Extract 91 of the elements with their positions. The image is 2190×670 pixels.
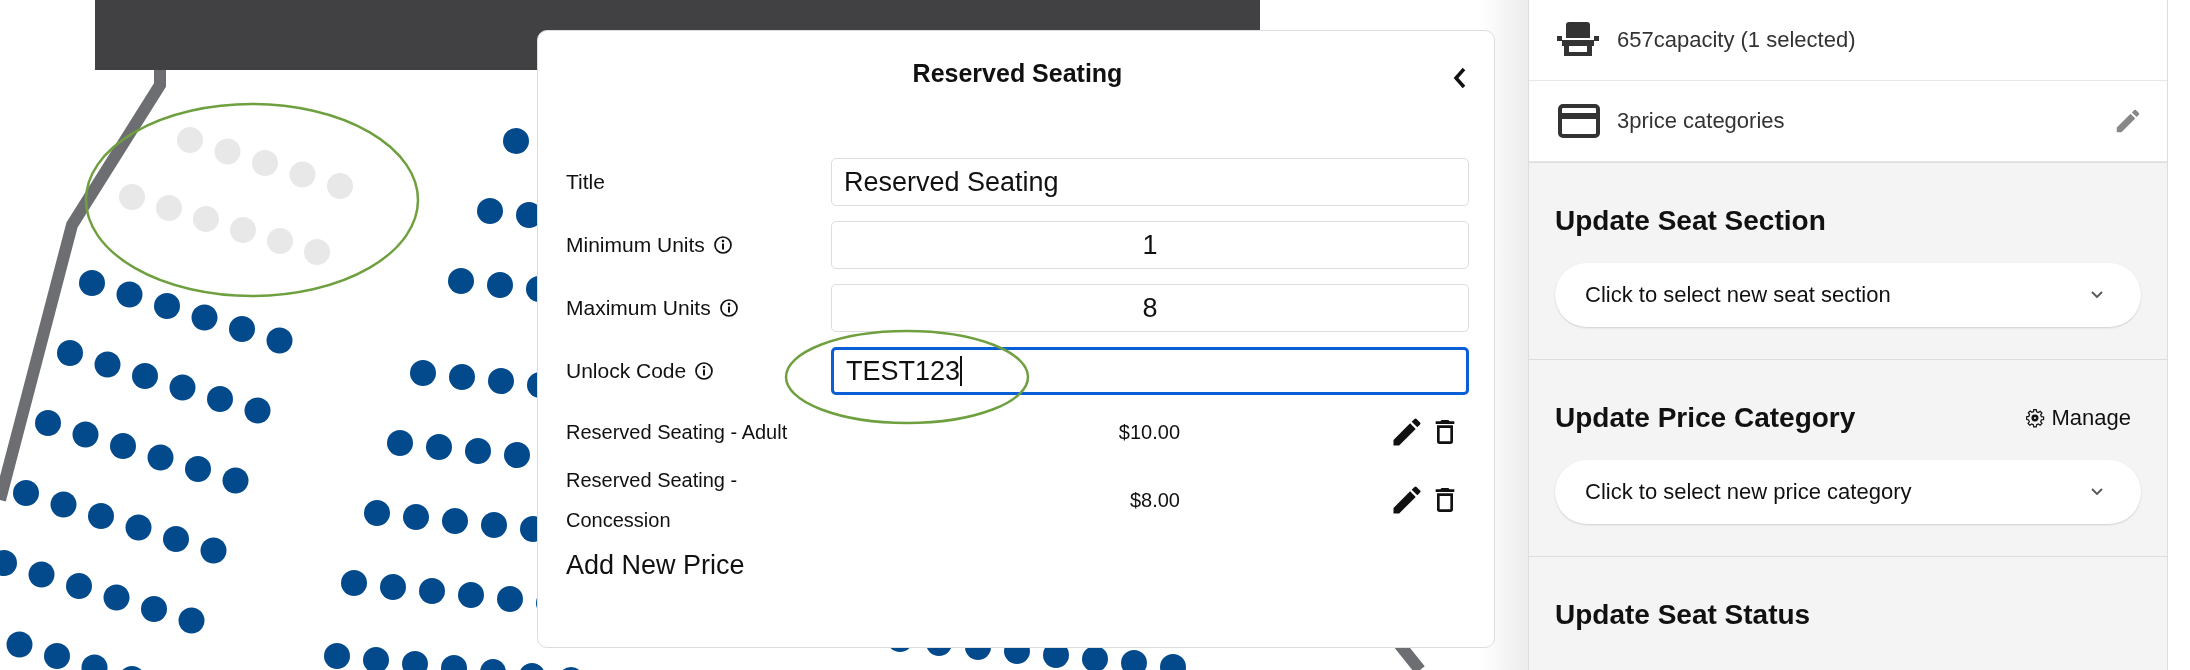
seat[interactable]	[380, 574, 406, 600]
price-amount: $10.00	[1117, 420, 1180, 444]
price-categories-text: 3price categories	[1617, 108, 1786, 134]
seat[interactable]	[458, 582, 484, 608]
seat[interactable]	[266, 327, 293, 354]
seat[interactable]	[57, 340, 83, 366]
seat[interactable]	[79, 270, 105, 296]
seat[interactable]	[6, 631, 33, 658]
seat[interactable]	[426, 434, 452, 460]
seat[interactable]	[477, 198, 503, 224]
seat[interactable]	[50, 491, 77, 518]
section-title: Update Seat Status	[1555, 599, 1811, 631]
add-price-link[interactable]: Add New Price	[566, 550, 1469, 581]
input-field[interactable]: 1	[831, 221, 1469, 269]
seat[interactable]	[132, 363, 158, 389]
field-label: Title	[566, 170, 605, 194]
seat[interactable]	[110, 433, 136, 459]
seat[interactable]	[88, 503, 114, 529]
select-dropdown[interactable]: Click to select new price category	[1555, 460, 2141, 524]
section-title: Update Price Category	[1555, 402, 1856, 434]
input-field[interactable]: TEST123	[831, 347, 1469, 395]
price-name: Reserved Seating - Adult	[566, 420, 789, 445]
seat[interactable]	[448, 268, 474, 294]
input-field[interactable]: 8	[831, 284, 1469, 332]
seat[interactable]	[519, 663, 545, 670]
seat[interactable]	[465, 438, 491, 464]
capacity-text: 657capacity (1 selected)	[1617, 27, 1857, 53]
price-name: Reserved Seating - Concession	[566, 468, 739, 533]
seat[interactable]	[44, 643, 70, 669]
info-icon[interactable]	[694, 361, 715, 381]
seat[interactable]	[103, 584, 130, 611]
seat[interactable]	[244, 397, 271, 424]
seat[interactable]	[116, 281, 143, 308]
seat[interactable]	[13, 480, 39, 506]
seat[interactable]	[154, 293, 180, 319]
seat[interactable]	[94, 351, 121, 378]
seat[interactable]	[488, 368, 514, 394]
seat[interactable]	[1121, 650, 1147, 670]
seat[interactable]	[403, 504, 429, 530]
seat[interactable]	[441, 655, 467, 670]
seat[interactable]	[222, 467, 249, 494]
seat[interactable]	[487, 272, 513, 298]
seat[interactable]	[147, 444, 174, 471]
seat[interactable]	[229, 316, 255, 342]
chevron-down-icon	[2089, 486, 2105, 498]
seat[interactable]	[125, 514, 152, 541]
seat[interactable]	[0, 550, 17, 576]
seat[interactable]	[141, 596, 167, 622]
field-label: Minimum Units	[566, 233, 705, 257]
seat[interactable]	[363, 647, 389, 670]
seat[interactable]	[169, 374, 196, 401]
seat[interactable]	[66, 573, 92, 599]
section-title: Update Seat Section	[1555, 205, 1826, 237]
seat[interactable]	[81, 654, 108, 670]
manage-button[interactable]: Manage	[2025, 405, 2141, 431]
input-field[interactable]: Reserved Seating	[831, 158, 1469, 206]
info-icon[interactable]	[718, 298, 739, 318]
seat[interactable]	[1082, 646, 1108, 670]
info-icon[interactable]	[712, 235, 733, 255]
seat[interactable]	[402, 651, 428, 670]
gear-icon	[2025, 408, 2046, 428]
seat[interactable]	[364, 500, 390, 526]
seat[interactable]	[185, 456, 211, 482]
seat[interactable]	[207, 386, 233, 412]
seat[interactable]	[35, 410, 61, 436]
seat[interactable]	[163, 526, 189, 552]
seat[interactable]	[324, 643, 350, 669]
seat[interactable]	[503, 128, 529, 154]
seat[interactable]	[504, 442, 530, 468]
modal-title: Reserved Seating	[912, 59, 1123, 88]
seat[interactable]	[480, 659, 506, 670]
price-amount: $8.00	[1128, 488, 1180, 512]
seat[interactable]	[200, 537, 227, 564]
seat[interactable]	[410, 360, 436, 386]
seat[interactable]	[72, 421, 99, 448]
seat[interactable]	[419, 578, 445, 604]
field-label: Maximum Units	[566, 296, 711, 320]
seat[interactable]	[387, 430, 413, 456]
seat[interactable]	[1160, 654, 1186, 670]
seat[interactable]	[178, 607, 205, 634]
chevron-down-icon	[2089, 289, 2105, 301]
seat[interactable]	[28, 561, 55, 588]
select-dropdown[interactable]: Click to select new seat section	[1555, 263, 2141, 327]
seat[interactable]	[442, 508, 468, 534]
seat[interactable]	[481, 512, 507, 538]
seat[interactable]	[341, 570, 367, 596]
credit-card-icon	[1557, 103, 1601, 139]
seat[interactable]	[449, 364, 475, 390]
field-label: Unlock Code	[566, 359, 687, 383]
seat[interactable]	[191, 304, 218, 331]
seat[interactable]	[497, 586, 523, 612]
